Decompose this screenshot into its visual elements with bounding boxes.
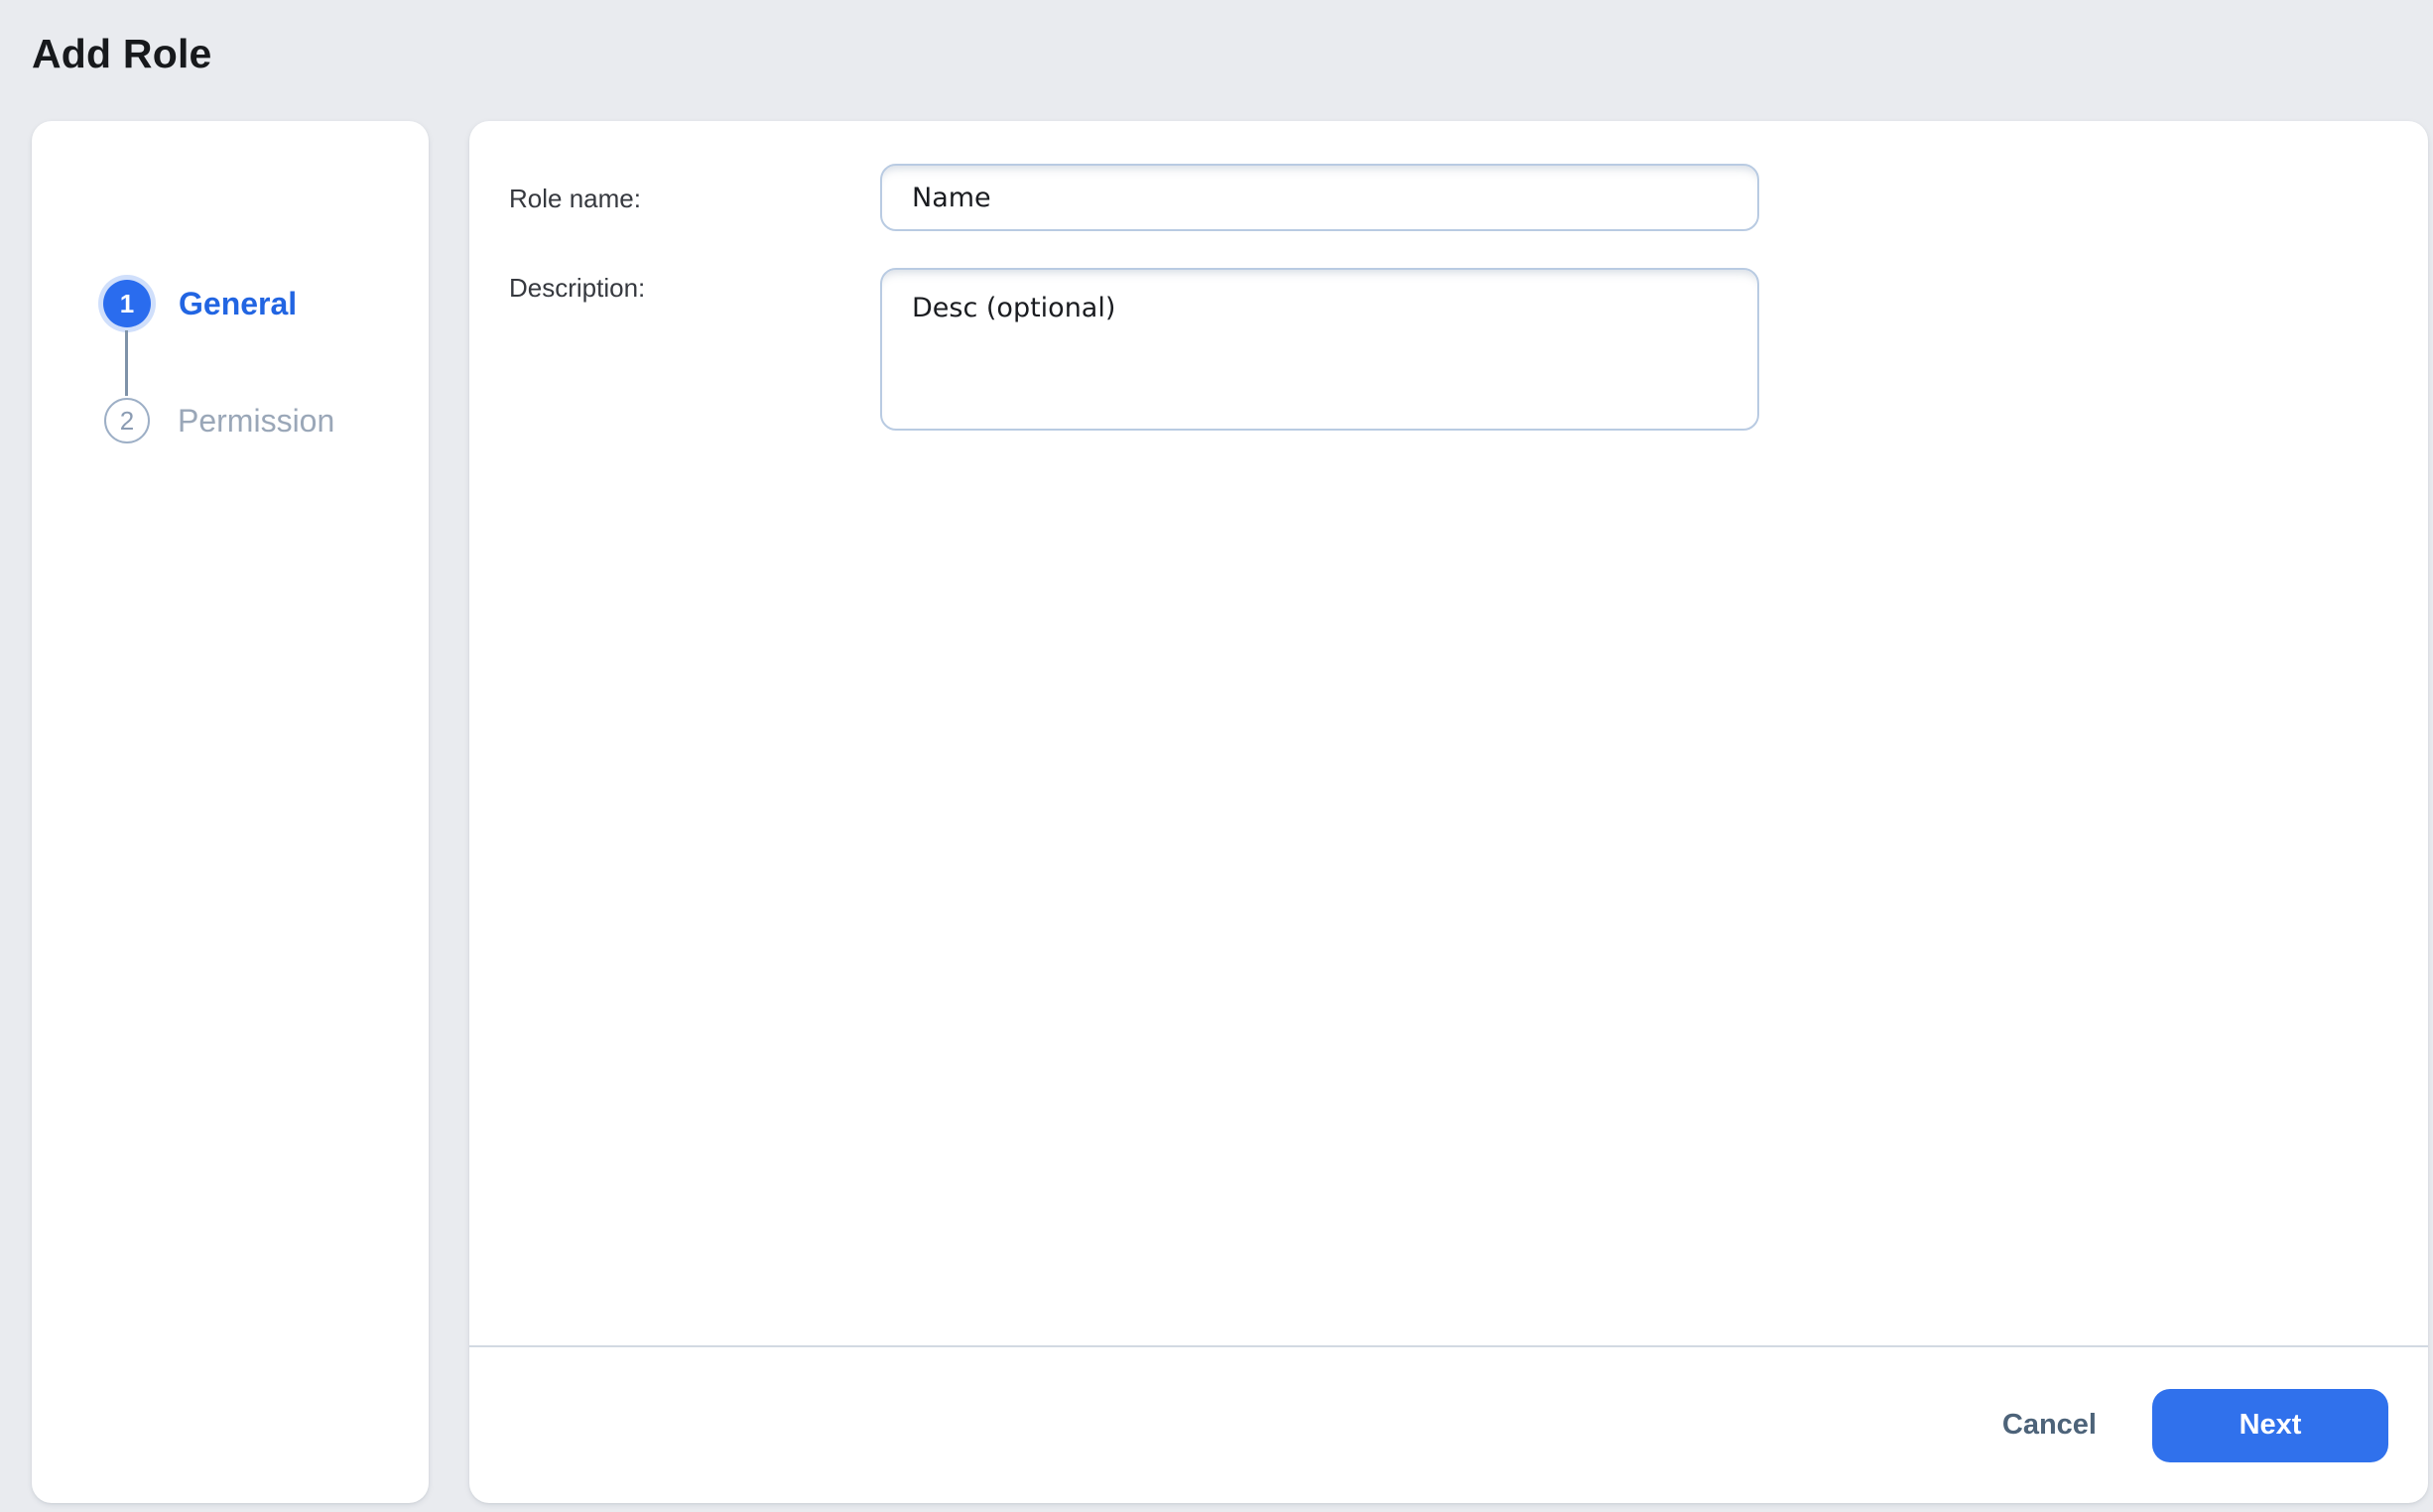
step-number-badge-1: 1 (103, 280, 151, 327)
role-name-label: Role name: (509, 184, 641, 213)
description-label: Description: (509, 273, 645, 303)
stepper-step-general[interactable]: 1 General (103, 280, 297, 327)
step-label-general: General (179, 286, 297, 322)
stepper-panel: 1 General 2 Permission (32, 121, 429, 1503)
role-name-input[interactable] (880, 164, 1759, 231)
stepper-connector-line (125, 330, 128, 396)
next-button[interactable]: Next (2152, 1389, 2388, 1462)
step-number-badge-2: 2 (104, 398, 150, 443)
form-footer: Cancel Next (469, 1345, 2428, 1503)
add-role-form-panel: Role name: Description: Cancel Next (469, 121, 2428, 1503)
page-title: Add Role (32, 31, 212, 77)
cancel-button[interactable]: Cancel (1996, 1399, 2103, 1451)
description-input[interactable] (880, 268, 1759, 431)
step-label-permission: Permission (178, 403, 334, 440)
stepper-step-permission[interactable]: 2 Permission (103, 398, 334, 443)
